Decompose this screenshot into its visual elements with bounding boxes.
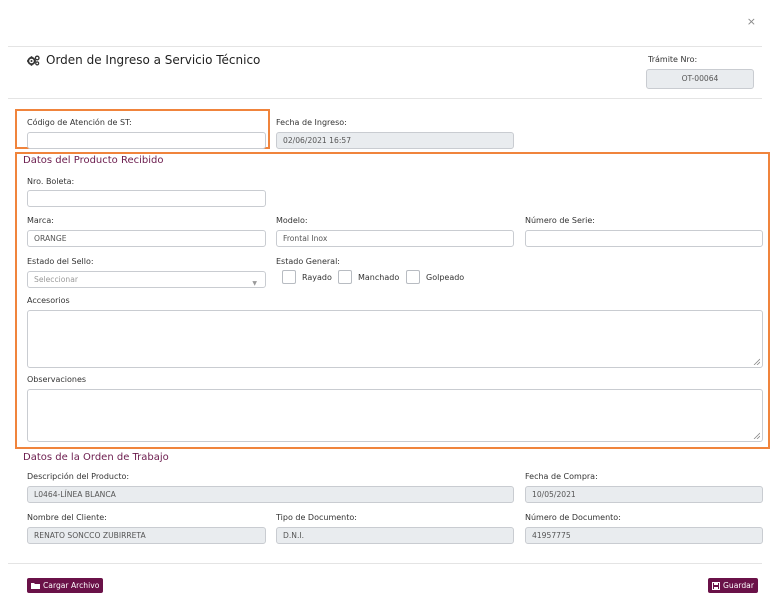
folder-icon [31, 583, 40, 589]
footer-divider [8, 563, 762, 564]
observaciones-label: Observaciones [27, 375, 87, 384]
save-icon [712, 581, 720, 590]
guardar-button[interactable]: Guardar [708, 578, 758, 593]
boleta-label: Nro. Boleta: [27, 177, 75, 186]
serie-label: Número de Serie: [525, 216, 595, 225]
fecha-compra-field: 10/05/2021 [525, 486, 763, 503]
serie-input[interactable] [525, 230, 763, 247]
accesorios-label: Accesorios [27, 296, 70, 305]
observaciones-textarea[interactable] [27, 389, 763, 442]
cliente-label: Nombre del Cliente: [27, 513, 107, 522]
sello-label: Estado del Sello: [27, 257, 94, 266]
resize-grip-icon[interactable] [753, 358, 760, 365]
rayado-label: Rayado [302, 273, 332, 282]
sello-select-value: Seleccionar [34, 275, 78, 284]
fecha-ingreso-field: 02/06/2021 16:57 [276, 132, 514, 149]
fecha-compra-label: Fecha de Compra: [525, 472, 598, 481]
sello-select[interactable]: Seleccionar ▼ [27, 271, 266, 288]
tramite-label: Trámite Nro: [648, 55, 698, 64]
close-button[interactable]: × [747, 15, 756, 28]
rayado-checkbox[interactable] [282, 270, 296, 284]
tipo-doc-field: D.N.I. [276, 527, 514, 544]
boleta-input[interactable] [27, 190, 266, 207]
manchado-label: Manchado [358, 273, 400, 282]
resize-grip-icon[interactable] [753, 432, 760, 439]
descripcion-label: Descripción del Producto: [27, 472, 130, 481]
modelo-label: Modelo: [276, 216, 308, 225]
fecha-ingreso-label: Fecha de Ingreso: [276, 118, 347, 127]
producto-section-title: Datos del Producto Recibido [23, 155, 164, 166]
title-text: Orden de Ingreso a Servicio Técnico [46, 53, 261, 67]
num-doc-field: 41957775 [525, 527, 763, 544]
page-title: Orden de Ingreso a Servicio Técnico [27, 53, 260, 67]
codigo-input[interactable] [27, 132, 266, 149]
cargar-archivo-label: Cargar Archivo [43, 581, 100, 590]
marca-label: Marca: [27, 216, 54, 225]
num-doc-label: Número de Documento: [525, 513, 621, 522]
modal-header [8, 8, 762, 47]
header-divider [8, 98, 762, 99]
manchado-checkbox[interactable] [338, 270, 352, 284]
modelo-input[interactable]: Frontal Inox [276, 230, 514, 247]
chevron-down-icon: ▼ [252, 280, 257, 287]
accesorios-textarea[interactable] [27, 310, 763, 368]
gears-icon [27, 55, 40, 66]
estado-general-label: Estado General: [276, 257, 340, 266]
cargar-archivo-button[interactable]: Cargar Archivo [27, 578, 104, 593]
marca-input[interactable]: ORANGE [27, 230, 266, 247]
orden-section-title: Datos de la Orden de Trabajo [23, 452, 169, 463]
descripcion-field: L0464-LÍNEA BLANCA [27, 486, 514, 503]
guardar-label: Guardar [723, 581, 754, 590]
golpeado-checkbox[interactable] [406, 270, 420, 284]
tramite-field: OT-00064 [646, 69, 754, 89]
tipo-doc-label: Tipo de Documento: [276, 513, 357, 522]
codigo-label: Código de Atención de ST: [27, 118, 132, 127]
golpeado-label: Golpeado [426, 273, 465, 282]
cliente-field: RENATO SONCCO ZUBIRRETA [27, 527, 266, 544]
